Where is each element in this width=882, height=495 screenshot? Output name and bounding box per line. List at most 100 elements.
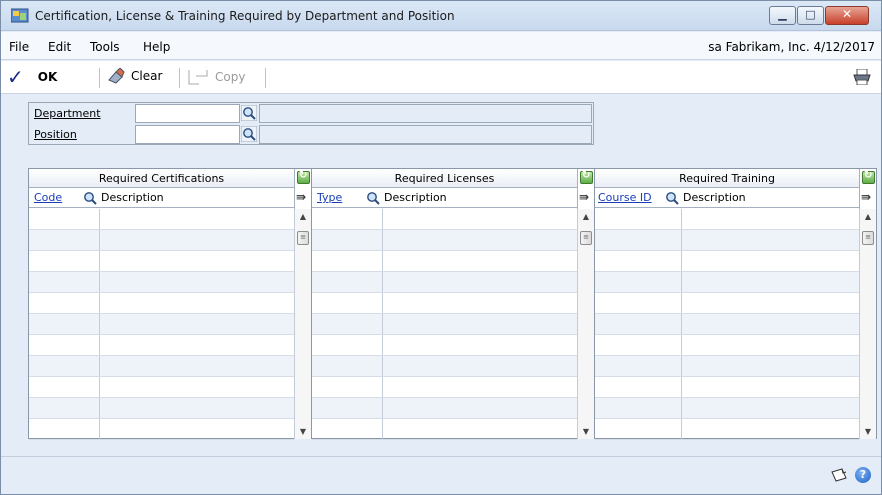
table-cell[interactable] [29, 335, 100, 355]
table-cell[interactable] [29, 230, 100, 250]
table-cell[interactable] [682, 314, 859, 334]
course-id-lookup-icon[interactable] [664, 190, 680, 206]
table-cell[interactable] [383, 272, 577, 292]
table-row[interactable] [595, 419, 859, 440]
code-lookup-icon[interactable] [82, 190, 98, 206]
table-cell[interactable] [312, 419, 383, 439]
table-cell[interactable] [100, 398, 294, 418]
table-cell[interactable] [312, 272, 383, 292]
type-lookup-icon[interactable] [365, 190, 381, 206]
table-cell[interactable] [682, 335, 859, 355]
expand-icon[interactable]: ⇛ [579, 190, 589, 204]
position-label[interactable]: Position [34, 128, 77, 141]
table-cell[interactable] [100, 272, 294, 292]
licenses-scrollbar[interactable]: ▲ ≡ ▼ [577, 209, 594, 439]
table-cell[interactable] [383, 251, 577, 271]
note-icon[interactable] [831, 468, 847, 482]
table-cell[interactable] [100, 419, 294, 439]
table-cell[interactable] [383, 419, 577, 439]
minimize-button[interactable]: ▁ [769, 6, 796, 25]
table-row[interactable] [595, 314, 859, 335]
table-cell[interactable] [595, 419, 682, 439]
table-cell[interactable] [29, 293, 100, 313]
printer-icon[interactable] [853, 69, 871, 85]
table-row[interactable] [312, 356, 577, 377]
position-lookup-icon[interactable] [241, 126, 257, 142]
scroll-up-icon[interactable]: ▲ [295, 212, 311, 221]
table-cell[interactable] [383, 377, 577, 397]
table-cell[interactable] [29, 209, 100, 229]
table-cell[interactable] [682, 419, 859, 439]
position-field[interactable] [135, 125, 240, 144]
refresh-icon[interactable] [297, 170, 310, 184]
table-cell[interactable] [682, 209, 859, 229]
scroll-down-icon[interactable]: ▼ [578, 427, 594, 436]
table-cell[interactable] [383, 230, 577, 250]
table-cell[interactable] [29, 314, 100, 334]
table-row[interactable] [29, 272, 294, 293]
scroll-down-icon[interactable]: ▼ [295, 427, 311, 436]
table-cell[interactable] [312, 209, 383, 229]
table-row[interactable] [29, 230, 294, 251]
table-cell[interactable] [312, 356, 383, 376]
table-cell[interactable] [29, 251, 100, 271]
table-row[interactable] [595, 209, 859, 230]
course-id-column-header[interactable]: Course ID [598, 191, 652, 204]
maximize-button[interactable]: □ [797, 6, 824, 25]
table-cell[interactable] [383, 398, 577, 418]
scroll-up-icon[interactable]: ▲ [578, 212, 594, 221]
table-cell[interactable] [29, 272, 100, 292]
expand-icon[interactable]: ⇛ [861, 190, 871, 204]
table-row[interactable] [29, 251, 294, 272]
refresh-icon[interactable] [580, 170, 593, 184]
menu-edit[interactable]: Edit [48, 40, 71, 54]
table-cell[interactable] [682, 272, 859, 292]
table-cell[interactable] [595, 251, 682, 271]
table-cell[interactable] [312, 314, 383, 334]
table-cell[interactable] [383, 293, 577, 313]
certifications-scrollbar[interactable]: ▲ ≡ ▼ [294, 209, 311, 439]
scroll-thumb[interactable]: ≡ [297, 231, 309, 245]
table-row[interactable] [312, 272, 577, 293]
copy-button[interactable]: Copy [187, 68, 245, 86]
table-cell[interactable] [383, 314, 577, 334]
scroll-thumb[interactable]: ≡ [580, 231, 592, 245]
table-row[interactable] [29, 335, 294, 356]
type-column-header[interactable]: Type [317, 191, 342, 204]
table-cell[interactable] [595, 398, 682, 418]
table-cell[interactable] [100, 356, 294, 376]
table-cell[interactable] [383, 335, 577, 355]
table-cell[interactable] [29, 356, 100, 376]
clear-button[interactable]: Clear [107, 68, 162, 84]
menu-help[interactable]: Help [143, 40, 170, 54]
table-cell[interactable] [312, 377, 383, 397]
table-row[interactable] [29, 377, 294, 398]
department-lookup-icon[interactable] [241, 105, 257, 121]
table-row[interactable] [595, 251, 859, 272]
table-cell[interactable] [29, 377, 100, 397]
table-row[interactable] [312, 335, 577, 356]
table-cell[interactable] [100, 335, 294, 355]
refresh-icon[interactable] [862, 170, 875, 184]
scroll-down-icon[interactable]: ▼ [860, 427, 876, 436]
table-cell[interactable] [682, 251, 859, 271]
menu-file[interactable]: File [9, 40, 29, 54]
table-cell[interactable] [100, 230, 294, 250]
table-row[interactable] [312, 419, 577, 440]
table-cell[interactable] [29, 419, 100, 439]
table-row[interactable] [29, 293, 294, 314]
table-cell[interactable] [100, 314, 294, 334]
table-row[interactable] [595, 398, 859, 419]
scroll-up-icon[interactable]: ▲ [860, 212, 876, 221]
table-cell[interactable] [595, 356, 682, 376]
table-cell[interactable] [100, 209, 294, 229]
table-row[interactable] [312, 314, 577, 335]
table-cell[interactable] [682, 377, 859, 397]
table-cell[interactable] [100, 377, 294, 397]
table-row[interactable] [29, 419, 294, 440]
table-cell[interactable] [595, 335, 682, 355]
table-row[interactable] [595, 377, 859, 398]
table-row[interactable] [595, 272, 859, 293]
table-cell[interactable] [383, 209, 577, 229]
training-scrollbar[interactable]: ▲ ≡ ▼ [859, 209, 876, 439]
